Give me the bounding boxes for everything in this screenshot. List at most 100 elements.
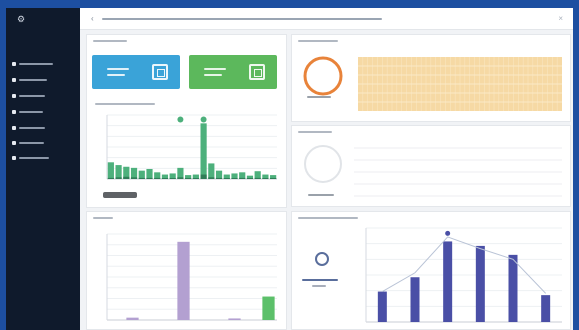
sidebar-item-2[interactable]: [12, 75, 74, 84]
bar[interactable]: [443, 241, 453, 322]
bar[interactable]: [508, 254, 518, 322]
bar[interactable]: [262, 296, 275, 320]
bar-series-2[interactable]: [200, 174, 207, 179]
panel-title-bar: [298, 40, 338, 42]
marker-point[interactable]: [177, 116, 184, 123]
sidebar-item-label-bar: [19, 156, 49, 159]
bar-series-2[interactable]: [123, 176, 130, 179]
card-label-bar: [107, 68, 129, 70]
menu-item-icon: [12, 61, 16, 66]
bar-series-1[interactable]: [200, 123, 207, 179]
bar-series-2[interactable]: [185, 178, 192, 179]
bar-series-2[interactable]: [231, 178, 238, 179]
bar-series-2[interactable]: [154, 177, 161, 179]
bar-series-1[interactable]: [146, 168, 153, 179]
bar-series-1[interactable]: [208, 163, 215, 179]
bar-series-2[interactable]: [262, 178, 269, 179]
marker-point[interactable]: [445, 230, 451, 236]
stat-card-blue[interactable]: [92, 55, 180, 89]
close-icon[interactable]: ×: [558, 14, 563, 23]
sidebar: ⚙: [6, 8, 80, 330]
bar-series-1[interactable]: [107, 162, 114, 179]
status-panel: [291, 125, 571, 207]
bar[interactable]: [541, 295, 551, 322]
status-donut: [304, 145, 342, 183]
bar-series-1[interactable]: [130, 167, 138, 179]
bar-series-2[interactable]: [208, 177, 215, 179]
donut-ring: [304, 145, 342, 183]
right-bar-chart: [365, 227, 562, 323]
chart-title-bar: [95, 103, 155, 105]
bar-series-2[interactable]: [161, 178, 169, 179]
bar-series-1[interactable]: [138, 170, 145, 179]
back-arrow-icon[interactable]: ‹: [91, 14, 94, 23]
chart-zoom-scrollbar[interactable]: [103, 192, 137, 198]
card-label-bar: [204, 74, 222, 76]
bar[interactable]: [177, 241, 190, 320]
bar-series-2[interactable]: [130, 177, 138, 179]
donut-ring: [303, 56, 343, 96]
bar-series-2[interactable]: [115, 177, 122, 179]
panel-title-bar: [93, 40, 127, 42]
bar-series-2[interactable]: [223, 178, 230, 179]
page-title-bar: [102, 18, 382, 20]
bar[interactable]: [410, 277, 420, 322]
menu-item-icon: [12, 93, 16, 98]
menu-item-icon: [12, 140, 16, 145]
document-icon: [152, 64, 168, 80]
bar-series-2[interactable]: [169, 178, 176, 179]
bar-series-2[interactable]: [192, 178, 199, 179]
bar-series-1[interactable]: [215, 170, 223, 179]
heatmap-chart: [358, 57, 562, 111]
document-icon: [249, 64, 265, 80]
bar-series-2[interactable]: [138, 177, 145, 179]
sidebar-item-1[interactable]: [12, 59, 74, 68]
sidebar-item-3[interactable]: [12, 91, 74, 100]
menu-item-icon: [12, 109, 16, 114]
bottom-right-panel: [291, 211, 571, 330]
donut-label-bar: [307, 96, 331, 98]
bar-series-2[interactable]: [177, 177, 184, 179]
bar-series-1[interactable]: [254, 171, 261, 179]
bar[interactable]: [475, 245, 485, 322]
card-label-bar: [107, 74, 125, 76]
donut-label-bar: [308, 194, 334, 196]
sidebar-item-4[interactable]: [12, 107, 74, 116]
bar-series-2[interactable]: [215, 177, 223, 179]
bar-series-1[interactable]: [177, 167, 184, 179]
app-logo-icon[interactable]: ⚙: [16, 14, 26, 24]
bar[interactable]: [377, 291, 387, 322]
grid-lines: [354, 147, 562, 197]
sidebar-item-label-bar: [19, 141, 44, 144]
logo-text-bar: [302, 279, 338, 281]
status-line-chart: [354, 147, 562, 197]
stat-card-green[interactable]: [189, 55, 277, 89]
bar-series-2[interactable]: [146, 177, 153, 179]
card-label-bar: [204, 68, 226, 70]
bar[interactable]: [126, 317, 139, 320]
bar[interactable]: [228, 318, 241, 320]
left-bar-chart: [106, 233, 277, 321]
sidebar-item-5[interactable]: [12, 123, 74, 132]
company-logo-icon: [315, 252, 329, 266]
logo-subtext-bar: [312, 285, 326, 287]
sidebar-item-label-bar: [19, 78, 47, 81]
app-window: ⚙ ‹ ×: [6, 8, 573, 330]
bar-series-2[interactable]: [107, 177, 114, 179]
bar-series-2[interactable]: [270, 178, 277, 179]
panel-title-bar: [298, 131, 332, 133]
sidebar-item-7[interactable]: [12, 153, 74, 162]
usage-donut: [303, 56, 343, 96]
marker-point[interactable]: [200, 116, 207, 123]
bar-series-2[interactable]: [239, 177, 246, 179]
menu-item-icon: [12, 77, 16, 82]
trend-line: [382, 236, 547, 294]
menu-item-icon: [12, 125, 16, 130]
sidebar-item-6[interactable]: [12, 138, 74, 147]
sidebar-item-label-bar: [19, 94, 45, 97]
sidebar-item-label-bar: [19, 110, 43, 113]
sidebar-item-label-bar: [19, 62, 53, 65]
bar-series-1[interactable]: [115, 165, 122, 179]
bar-series-2[interactable]: [246, 178, 254, 179]
bar-series-2[interactable]: [254, 177, 261, 179]
